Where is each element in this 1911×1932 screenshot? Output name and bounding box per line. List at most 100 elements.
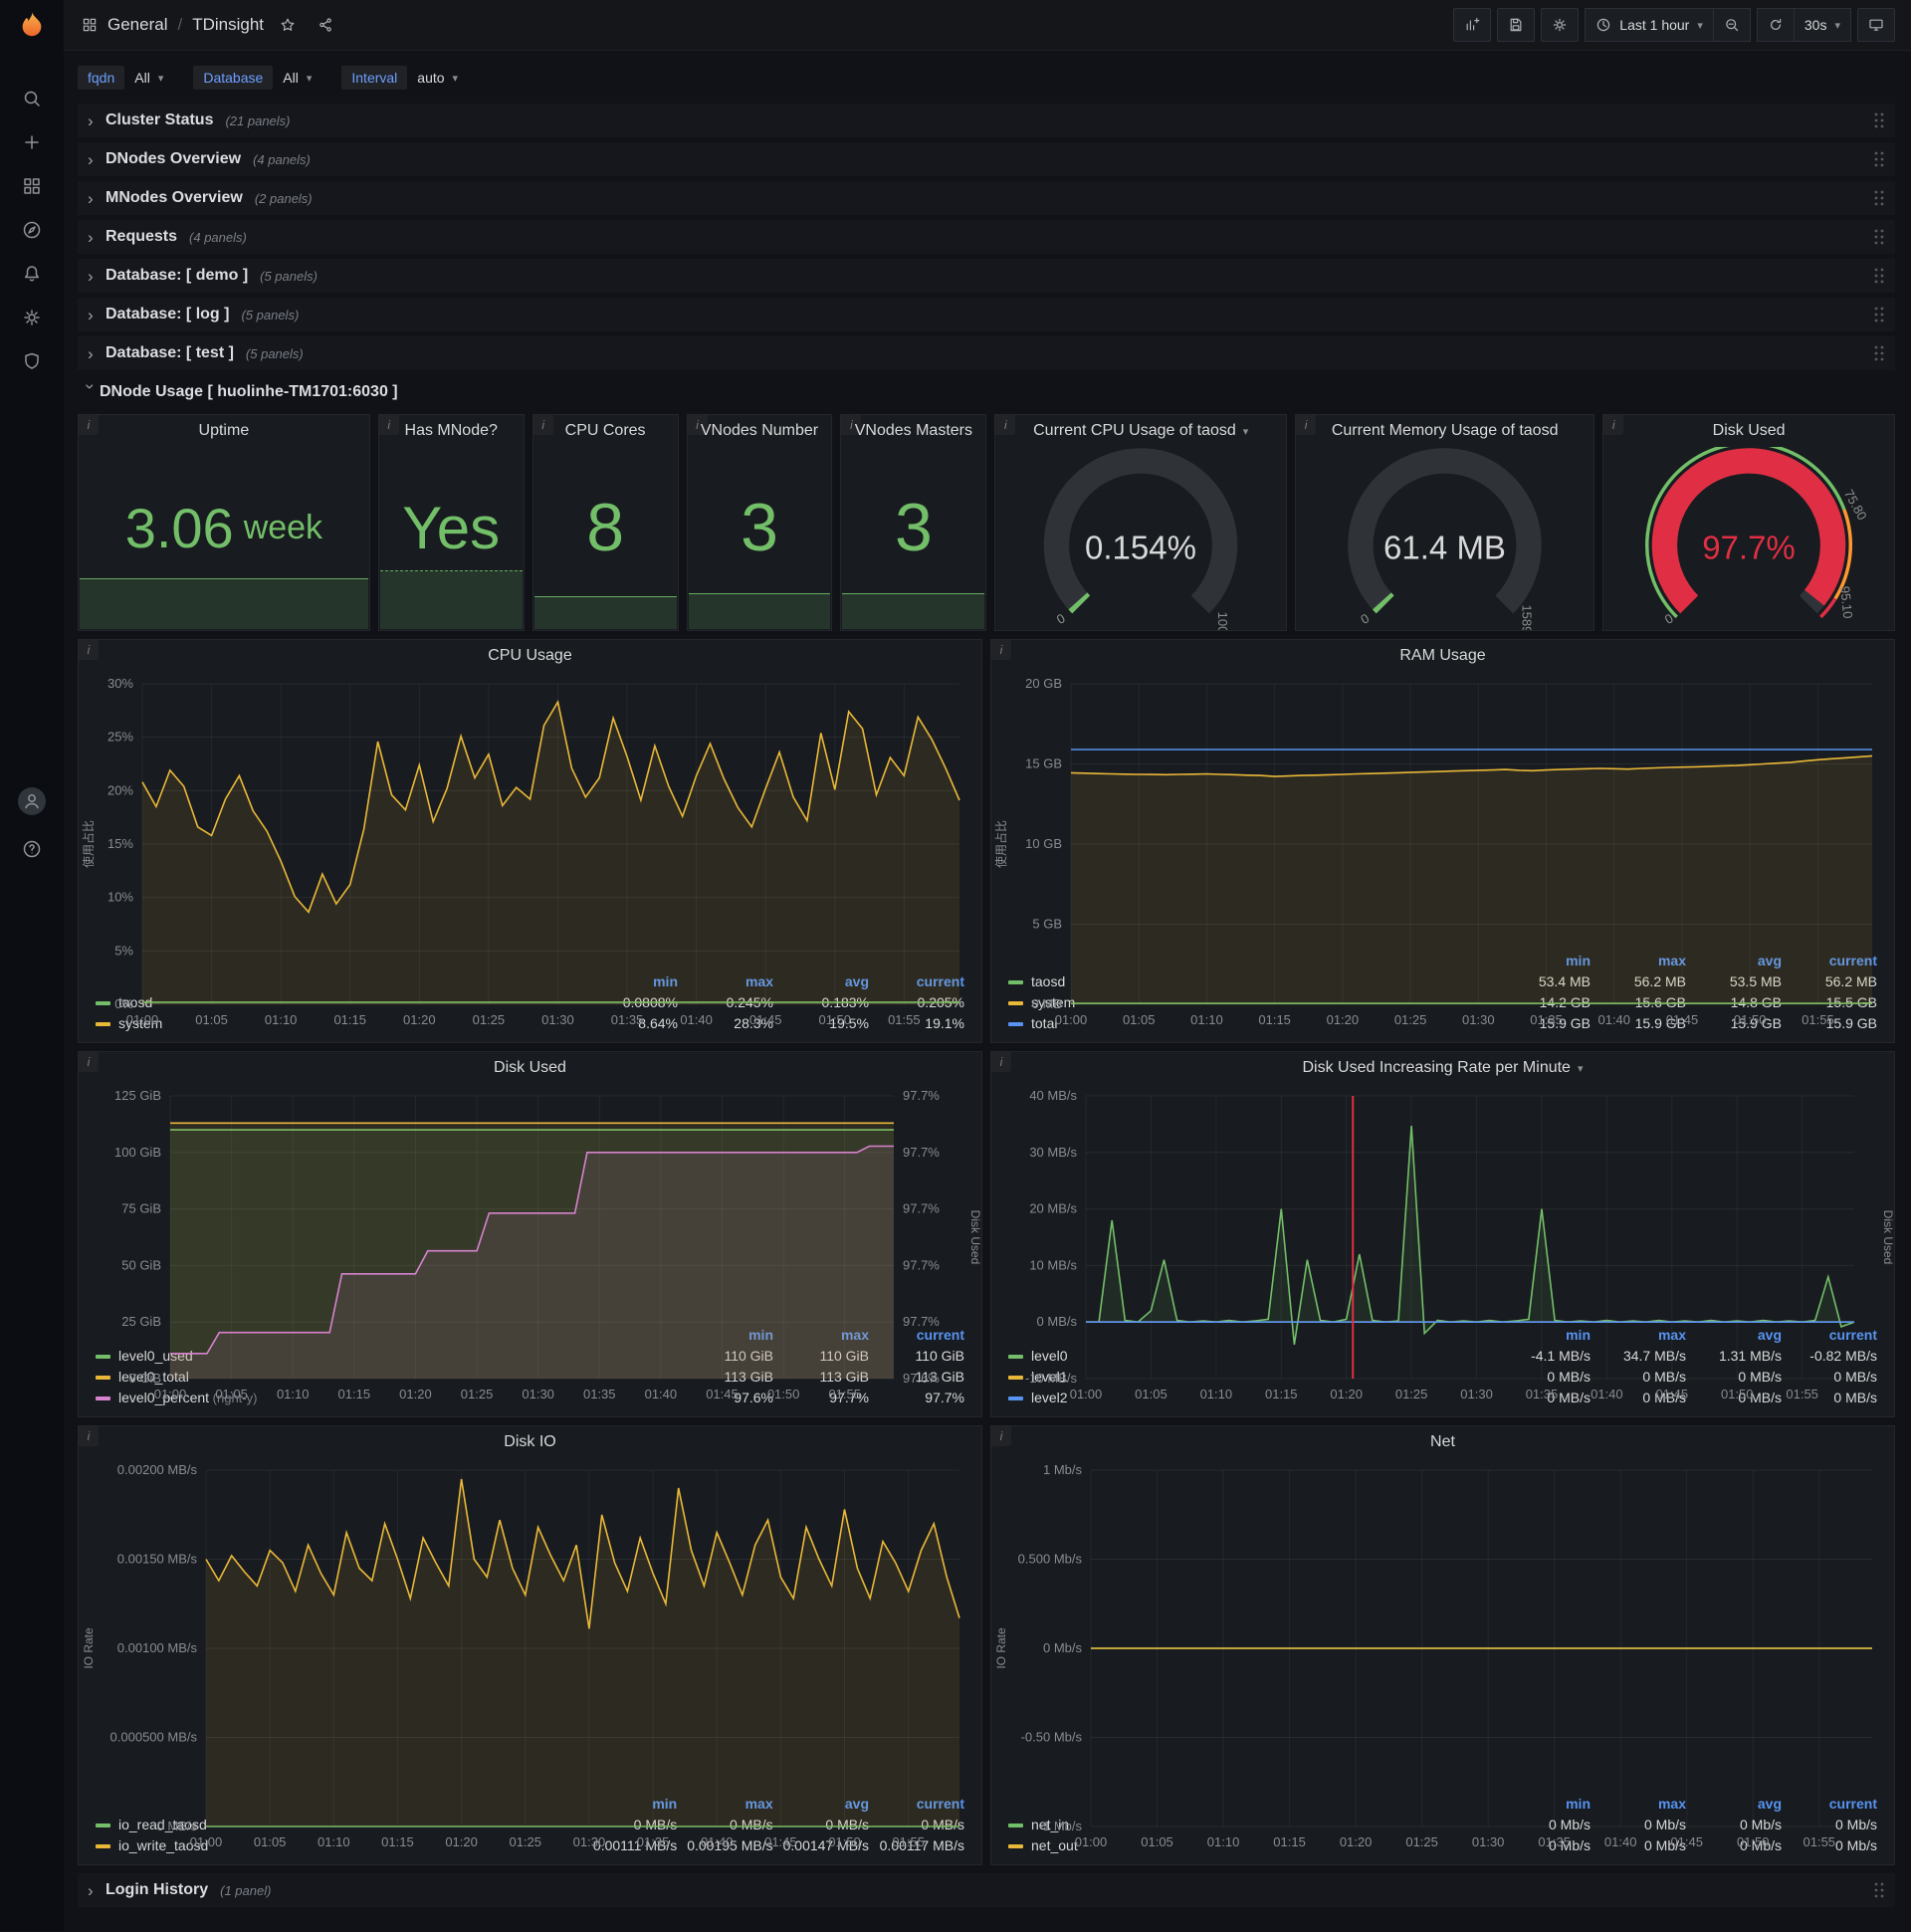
- row-mnodes-overview[interactable]: › MNodes Overview (2 panels): [78, 181, 1895, 215]
- sidebar-item-alerting[interactable]: [10, 259, 54, 289]
- panel-info-icon[interactable]: i: [79, 415, 99, 435]
- time-range-picker[interactable]: Last 1 hour ▾: [1585, 8, 1714, 42]
- svg-text:01:50: 01:50: [818, 1012, 851, 1027]
- panel-info-icon[interactable]: i: [991, 640, 1011, 660]
- svg-text:01:05: 01:05: [1141, 1834, 1173, 1849]
- panel-title[interactable]: Current Memory Usage of taosd: [1296, 415, 1593, 447]
- svg-text:01:20: 01:20: [1327, 1012, 1360, 1027]
- save-dashboard-button[interactable]: [1497, 8, 1536, 42]
- panel-title[interactable]: Disk Used: [79, 1052, 981, 1084]
- panel-title[interactable]: Current CPU Usage of taosd ▾: [995, 415, 1286, 447]
- drag-handle-icon[interactable]: [1873, 344, 1885, 362]
- panel-title[interactable]: Has MNode?: [379, 415, 524, 447]
- drag-handle-icon[interactable]: [1873, 111, 1885, 129]
- sidebar-item-configuration[interactable]: [10, 303, 54, 332]
- drag-handle-icon[interactable]: [1873, 150, 1885, 168]
- variable-value[interactable]: auto ▾: [407, 66, 468, 90]
- panel-info-icon[interactable]: i: [991, 1426, 1011, 1446]
- add-panel-button[interactable]: [1453, 8, 1492, 42]
- row-database-test[interactable]: › Database: [ test ] (5 panels): [78, 336, 1895, 370]
- panel-info-icon[interactable]: i: [378, 415, 399, 435]
- svg-text:01:50: 01:50: [828, 1834, 861, 1849]
- user-profile-button[interactable]: [10, 786, 54, 816]
- breadcrumb-dashboard[interactable]: TDinsight: [192, 15, 264, 35]
- svg-text:01:40: 01:40: [701, 1834, 734, 1849]
- refresh-icon: [1770, 18, 1782, 30]
- svg-text:01:35: 01:35: [583, 1387, 616, 1401]
- ram-usage-graph[interactable]: 01:00 01:05 01:10 01:15 01:20 01:25 01:30 01:35…: [991, 672, 1894, 1027]
- panel-title[interactable]: CPU Usage: [79, 640, 981, 672]
- svg-text:01:30: 01:30: [1472, 1834, 1505, 1849]
- row-database-demo[interactable]: › Database: [ demo ] (5 panels): [78, 259, 1895, 293]
- panel-info-icon[interactable]: i: [995, 415, 1016, 435]
- variable-value[interactable]: All ▾: [273, 66, 321, 90]
- variable-value[interactable]: All ▾: [124, 66, 173, 90]
- svg-text:01:30: 01:30: [1462, 1012, 1495, 1027]
- panel-info-icon[interactable]: i: [1296, 415, 1317, 435]
- row-dnode-usage[interactable]: › DNode Usage [ huolinhe-TM1701:6030 ]: [78, 375, 1895, 409]
- row-cluster-status[interactable]: › Cluster Status (21 panels): [78, 104, 1895, 137]
- dashboard-settings-button[interactable]: [1541, 8, 1580, 42]
- clock-icon: [1597, 18, 1610, 32]
- svg-text:0 MB/s: 0 MB/s: [157, 1819, 198, 1833]
- disk-io-graph[interactable]: 01:00 01:05 01:10 01:15 01:20 01:25 01:30 01:35…: [79, 1458, 981, 1849]
- help-button[interactable]: [10, 834, 54, 864]
- svg-text:01:30: 01:30: [541, 1012, 574, 1027]
- row-login-history[interactable]: › Login History (1 panel): [78, 1873, 1895, 1907]
- sidebar-item-create[interactable]: [10, 127, 54, 157]
- zoom-out-button[interactable]: [1712, 8, 1751, 42]
- panel-info-icon[interactable]: i: [991, 1052, 1011, 1072]
- drag-handle-icon[interactable]: [1873, 189, 1885, 207]
- row-title: Database: [ log ]: [106, 306, 230, 322]
- panel-info-icon[interactable]: i: [79, 1426, 99, 1446]
- row-dnodes-overview[interactable]: › DNodes Overview (4 panels): [78, 142, 1895, 176]
- svg-text:01:35: 01:35: [611, 1012, 644, 1027]
- svg-text:01:50: 01:50: [767, 1387, 800, 1401]
- panel-info-icon[interactable]: i: [1603, 415, 1624, 435]
- cpu-usage-graph[interactable]: 01:00 01:05 01:10 01:15 01:20 01:25 01:30 01:35…: [79, 672, 981, 1027]
- variable-interval[interactable]: Interval auto ▾: [341, 66, 468, 90]
- panel-info-icon[interactable]: i: [841, 415, 862, 435]
- panel-title[interactable]: RAM Usage: [991, 640, 1894, 672]
- cpu-cores-value: 8: [586, 490, 625, 565]
- row-requests[interactable]: › Requests (4 panels): [78, 220, 1895, 254]
- panel-title[interactable]: Disk Used Increasing Rate per Minute ▾: [991, 1052, 1894, 1084]
- panel-title[interactable]: CPU Cores: [533, 415, 678, 447]
- panel-title[interactable]: Disk IO: [79, 1426, 981, 1458]
- share-button[interactable]: [312, 10, 339, 40]
- grafana-logo[interactable]: [17, 10, 47, 40]
- panel-info-icon[interactable]: i: [687, 415, 708, 435]
- disk-rate-graph[interactable]: 01:00 01:05 01:10 01:15 01:20 01:25 01:30 01:35…: [991, 1084, 1894, 1401]
- sidebar-item-search[interactable]: [10, 84, 54, 113]
- panel-title[interactable]: VNodes Number: [688, 415, 832, 447]
- panel-info-icon[interactable]: i: [532, 415, 553, 435]
- zoom-out-icon: [1726, 19, 1739, 32]
- variable-fqdn[interactable]: fqdn All ▾: [78, 66, 173, 90]
- drag-handle-icon[interactable]: [1873, 306, 1885, 323]
- svg-text:01:55: 01:55: [892, 1834, 925, 1849]
- row-database-log[interactable]: › Database: [ log ] (5 panels): [78, 298, 1895, 331]
- refresh-button[interactable]: [1756, 8, 1795, 42]
- panel-title[interactable]: VNodes Masters: [841, 415, 985, 447]
- drag-handle-icon[interactable]: [1873, 267, 1885, 285]
- sidebar-item-explore[interactable]: [10, 215, 54, 245]
- refresh-interval-picker[interactable]: 30s ▾: [1793, 8, 1851, 42]
- panel-title[interactable]: Net: [991, 1426, 1894, 1458]
- favorite-button[interactable]: [274, 10, 302, 40]
- sidebar-item-server-admin[interactable]: [10, 346, 54, 376]
- svg-text:50 GiB: 50 GiB: [121, 1257, 161, 1272]
- sidebar-item-dashboards[interactable]: [10, 171, 54, 201]
- panel-title[interactable]: Disk Used: [1603, 415, 1894, 447]
- drag-handle-icon[interactable]: [1873, 228, 1885, 246]
- panel-info-icon[interactable]: i: [79, 640, 99, 660]
- breadcrumb-folder[interactable]: General: [107, 15, 167, 35]
- cycle-view-button[interactable]: [1857, 8, 1895, 42]
- disk-used-graph[interactable]: 01:00 01:05 01:10 01:15 01:20 01:25 01:30 01:35…: [79, 1084, 981, 1401]
- panel-title[interactable]: Uptime: [79, 415, 369, 447]
- drag-handle-icon[interactable]: [1873, 1881, 1885, 1899]
- net-graph[interactable]: 01:00 01:05 01:10 01:15 01:20 01:25 01:30 01:35…: [991, 1458, 1894, 1849]
- svg-text:01:15: 01:15: [333, 1012, 366, 1027]
- panel-info-icon[interactable]: i: [79, 1052, 99, 1072]
- variable-database[interactable]: Database All ▾: [193, 66, 321, 90]
- svg-text:01:50: 01:50: [1734, 1012, 1767, 1027]
